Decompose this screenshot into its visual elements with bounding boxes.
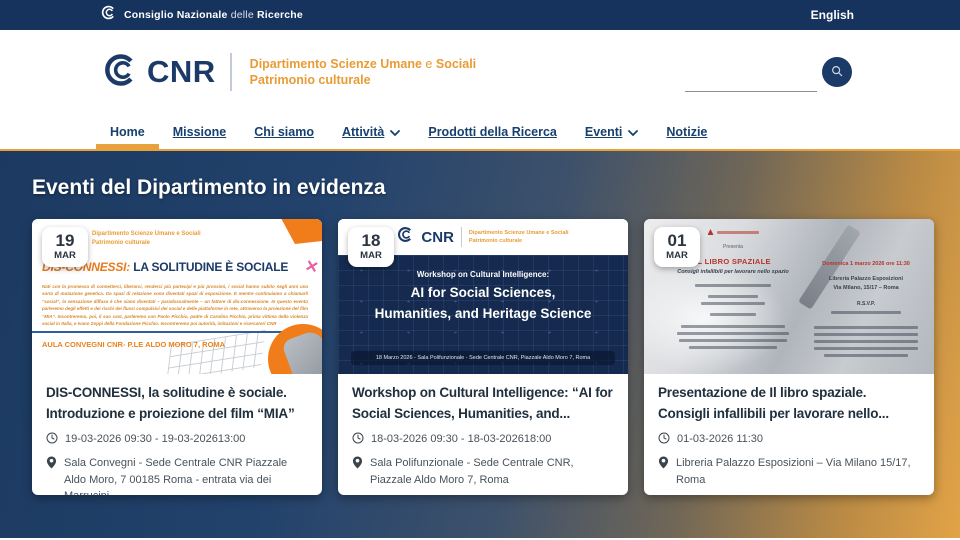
- cnr-swirl-icon: [103, 52, 139, 93]
- clock-icon: [352, 431, 364, 450]
- map-pin-icon: [46, 455, 57, 475]
- flyer-kicker: Workshop on Cultural Intelligence:: [416, 270, 550, 279]
- flyer-fine-print-line: [710, 313, 756, 316]
- flyer-paragraph-line: [814, 339, 918, 343]
- brand-divider: [229, 53, 232, 91]
- flyer-grid-pattern: [166, 329, 266, 374]
- date-badge: 18 MAR: [348, 227, 394, 267]
- event-location: Sala Polifunzionale - Sede Centrale CNR,…: [352, 455, 614, 488]
- site-header: CNR Dipartimento Scienze Umane e Sociali…: [0, 30, 960, 114]
- publisher-name-line: [716, 230, 759, 234]
- clock-icon: [658, 431, 670, 450]
- magnifier-icon: [830, 64, 844, 81]
- event-datetime: 18-03-2026 09:30 - 18-03-202618:00: [352, 431, 614, 450]
- nav-item-prodotti[interactable]: Prodotti della Ricerca: [414, 114, 571, 149]
- cnr-header-logo[interactable]: CNR Dipartimento Scienze Umane e Sociali…: [103, 52, 476, 93]
- flyer-right-column: Domenica 1 marzo 2026 ore 11:30 Libreria…: [810, 261, 922, 357]
- nav-item-attivita[interactable]: Attività: [328, 114, 414, 149]
- search-button[interactable]: [822, 57, 852, 87]
- flyer-footer-bar: 18 Marzo 2026 - Sala Polifunzionale - Se…: [351, 351, 615, 365]
- date-badge: 01 MAR: [654, 227, 700, 267]
- flyer-fine-print-line: [708, 295, 758, 298]
- flyer-book-subtitle: Consigli infallibili per lavorare nello …: [677, 269, 789, 275]
- event-cards-row: Dipartimento Scienze Umane e Sociali Pat…: [32, 219, 934, 495]
- nav-item-eventi[interactable]: Eventi: [571, 114, 653, 149]
- flyer-dept-text: Dipartimento Scienze Umane e Sociali Pat…: [92, 231, 201, 246]
- events-hero-section: Eventi del Dipartimento in evidenza Dipa…: [0, 151, 960, 538]
- org-name: Consiglio Nazionale delle Ricerche: [124, 9, 303, 21]
- nav-item-home[interactable]: Home: [96, 114, 159, 151]
- cnr-topbar-logo[interactable]: Consiglio Nazionale delle Ricerche: [100, 4, 303, 26]
- nav-item-notizie[interactable]: Notizie: [652, 114, 721, 149]
- event-location: Sala Convegni - Sede Centrale CNR Piazza…: [46, 455, 308, 495]
- event-card-workshop-ai[interactable]: CNR Dipartimento Scienze Umane e Sociali…: [338, 219, 628, 495]
- date-badge: 19 MAR: [42, 227, 88, 267]
- flyer-fine-print-line: [679, 339, 787, 342]
- event-card-body: Workshop on Cultural Intelligence: “AI f…: [338, 374, 628, 488]
- map-pin-icon: [352, 455, 363, 475]
- flyer-rsvp: R.S.V.P.: [856, 300, 876, 307]
- event-datetime: 01-03-2026 11:30: [658, 431, 920, 450]
- flyer-brand-divider: [460, 227, 462, 247]
- flyer-fine-print-line: [681, 325, 785, 328]
- flyer-orange-shape: [281, 219, 322, 244]
- language-switch[interactable]: English: [811, 8, 854, 22]
- clock-icon: [46, 431, 58, 450]
- flyer-email-line: [831, 310, 901, 314]
- flyer-venue: Libreria Palazzo Esposizioni Via Milano,…: [829, 276, 903, 291]
- nav-item-chi-siamo[interactable]: Chi siamo: [240, 114, 328, 149]
- flyer-body-text: Nati con la promessa di connetterci, lib…: [42, 284, 308, 327]
- map-pin-icon: [658, 455, 669, 475]
- search-input[interactable]: [685, 66, 817, 92]
- flyer-paragraph-line: [814, 332, 918, 336]
- flyer-fine-print-line: [701, 302, 765, 305]
- event-card-disconnessi[interactable]: Dipartimento Scienze Umane e Sociali Pat…: [32, 219, 322, 495]
- event-datetime: 19-03-2026 09:30 - 19-03-202613:00: [46, 431, 308, 450]
- flyer-circuit-background: Workshop on Cultural Intelligence: AI fo…: [338, 255, 628, 374]
- flyer-headline: AI for Social Sciences, Humanities, and …: [374, 285, 592, 321]
- department-name: Dipartimento Scienze Umane e Sociali Pat…: [249, 56, 477, 87]
- event-title[interactable]: Workshop on Cultural Intelligence: “AI f…: [352, 383, 614, 425]
- flyer-brand-text: CNR: [421, 228, 454, 246]
- flyer-fine-print-line: [695, 284, 771, 287]
- flyer-paragraph-line: [814, 346, 918, 350]
- flyer-fine-print-line: [689, 346, 777, 349]
- cnr-swirl-icon: [397, 226, 414, 248]
- event-title[interactable]: DIS-CONNESSI, la solitudine è sociale. I…: [46, 383, 308, 425]
- event-location: Libreria Palazzo Esposizioni – Via Milan…: [658, 455, 920, 488]
- flyer-event-date: Domenica 1 marzo 2026 ore 11:30: [822, 261, 910, 267]
- chevron-down-icon: [628, 126, 639, 140]
- brand-text: CNR: [147, 54, 216, 89]
- chevron-down-icon: [390, 126, 401, 140]
- event-card-image[interactable]: Presenta IL LIBRO SPAZIALE Consigli infa…: [644, 219, 934, 374]
- flyer-dept-text: Dipartimento Scienze Umane e Sociali Pat…: [468, 229, 569, 244]
- flyer-paragraph-line: [814, 325, 918, 329]
- page-title: Eventi del Dipartimento in evidenza: [32, 176, 386, 199]
- event-card-libro-spaziale[interactable]: Presenta IL LIBRO SPAZIALE Consigli infa…: [644, 219, 934, 495]
- flyer-venue-text: AULA CONVEGNI CNR- P.LE ALDO MORO 7, ROM…: [42, 340, 226, 349]
- main-nav: Home Missione Chi siamo Attività Prodott…: [0, 114, 960, 151]
- cnr-swirl-icon: [100, 4, 117, 26]
- event-card-body: DIS-CONNESSI, la solitudine è sociale. I…: [32, 374, 322, 495]
- event-card-image[interactable]: Dipartimento Scienze Umane e Sociali Pat…: [32, 219, 322, 374]
- flyer-paragraph-line: [824, 353, 908, 357]
- flyer-fine-print-line: [677, 332, 789, 335]
- publisher-mark-icon: [707, 229, 714, 235]
- event-card-image[interactable]: CNR Dipartimento Scienze Umane e Sociali…: [338, 219, 628, 374]
- event-card-body: Presentazione de Il libro spaziale. Cons…: [644, 374, 934, 488]
- event-title[interactable]: Presentazione de Il libro spaziale. Cons…: [658, 383, 920, 425]
- nav-item-missione[interactable]: Missione: [159, 114, 241, 149]
- top-bar: Consiglio Nazionale delle Ricerche Engli…: [0, 0, 960, 30]
- search-area: [685, 52, 852, 92]
